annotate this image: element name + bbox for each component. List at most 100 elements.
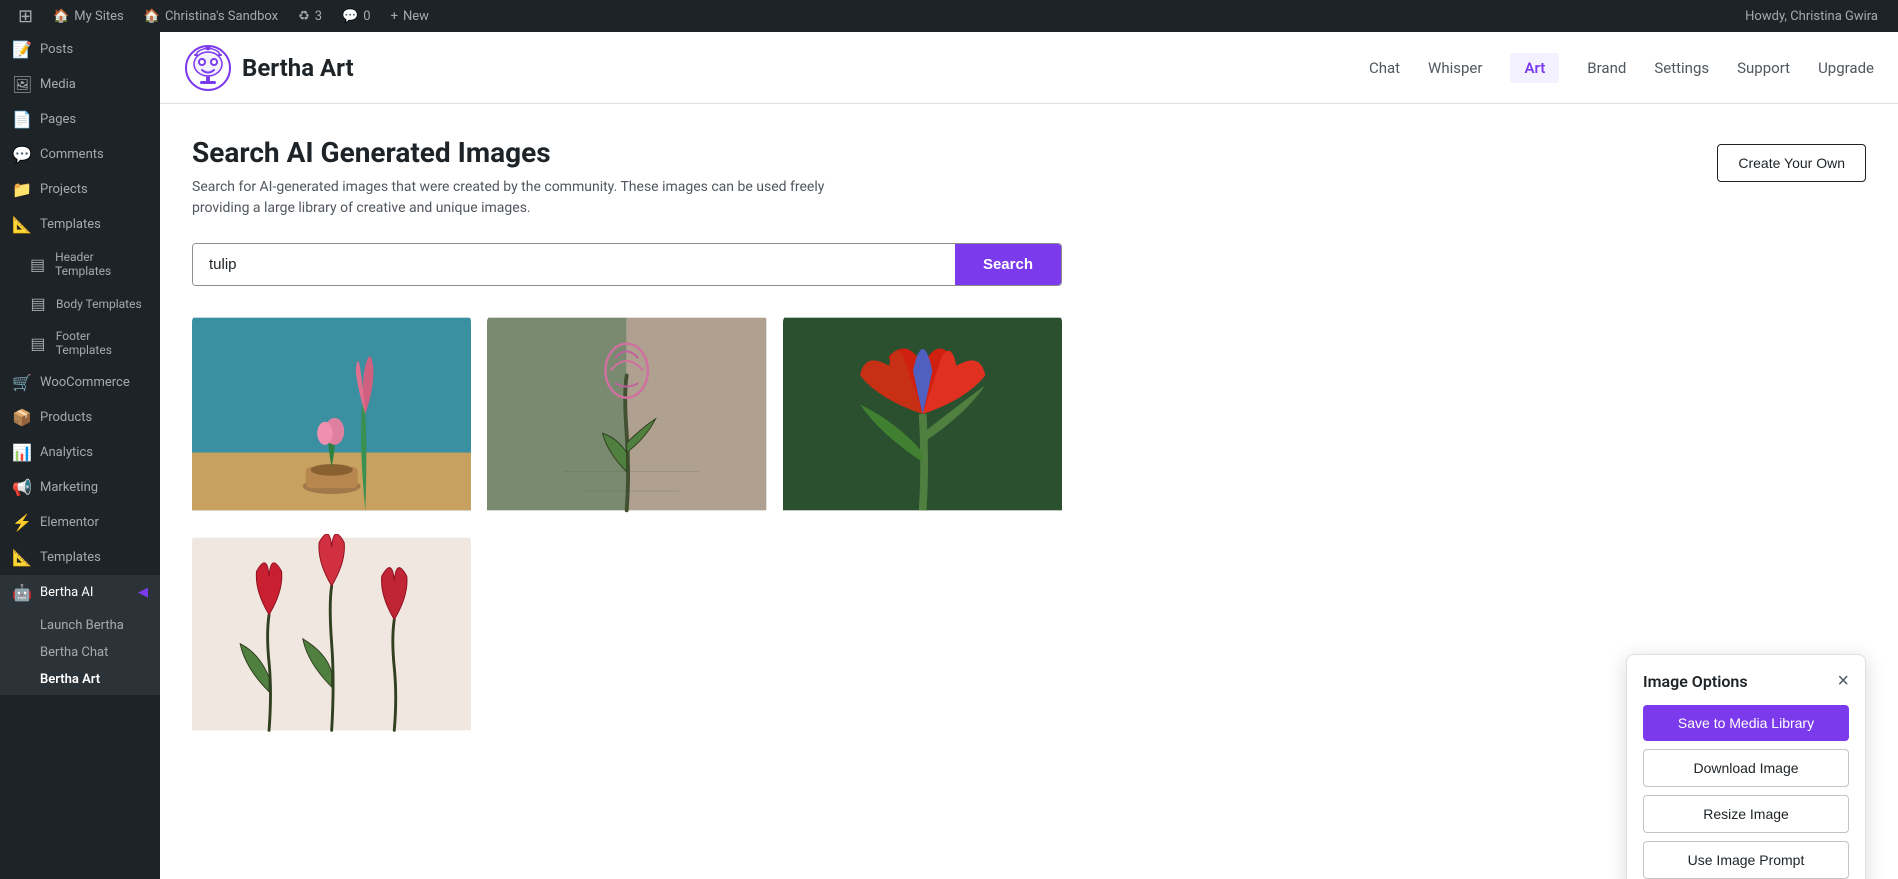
- nav-art[interactable]: Art: [1510, 53, 1559, 83]
- image-card-1[interactable]: [192, 314, 471, 518]
- sidebar-header-templates-label: Header Templates: [55, 250, 148, 278]
- nav-upgrade[interactable]: Upgrade: [1818, 55, 1874, 81]
- my-sites-item[interactable]: 🏠 My Sites: [43, 0, 134, 32]
- sidebar-item-projects[interactable]: 📁 Projects: [0, 172, 160, 207]
- plugin-logo-text: Bertha Art: [242, 54, 354, 82]
- comments-count: 0: [363, 9, 370, 24]
- download-image-button[interactable]: Download Image: [1643, 749, 1849, 787]
- tulip-image-4: [192, 534, 471, 734]
- sidebar-posts-label: Posts: [40, 42, 73, 57]
- sidebar-item-templates[interactable]: 📐 Templates: [0, 207, 160, 242]
- bertha-ai-icon: 🤖: [12, 583, 32, 602]
- sidebar-item-body-templates[interactable]: ▤ Body Templates: [0, 286, 160, 321]
- sidebar-item-launch-bertha[interactable]: Launch Bertha: [0, 612, 160, 639]
- search-input[interactable]: [193, 244, 955, 285]
- templates-icon: 📐: [12, 215, 32, 234]
- plugin-header: Bertha Art Chat Whisper Art Brand Settin…: [160, 32, 1898, 104]
- bertha-logo-icon: [184, 44, 232, 92]
- sidebar-bertha-ai-label: Bertha AI: [40, 585, 93, 600]
- site-name-label: Christina's Sandbox: [165, 9, 278, 24]
- sidebar-body-templates-label: Body Templates: [56, 297, 142, 311]
- new-label: New: [403, 9, 429, 24]
- page-title: Search AI Generated Images: [192, 136, 872, 169]
- nav-whisper[interactable]: Whisper: [1428, 55, 1482, 81]
- page-content: Search AI Generated Images Search for AI…: [160, 104, 1898, 879]
- image-card-3[interactable]: [783, 314, 1062, 518]
- sidebar-item-bertha-ai[interactable]: 🤖 Bertha AI ◀: [0, 575, 160, 610]
- sidebar-templates-label: Templates: [40, 217, 101, 232]
- sidebar-templates2-label: Templates: [40, 550, 101, 565]
- image-card-2[interactable]: [487, 314, 766, 518]
- sidebar-elementor-label: Elementor: [40, 515, 99, 530]
- sidebar-item-bertha-chat[interactable]: Bertha Chat: [0, 639, 160, 666]
- sidebar-marketing-label: Marketing: [40, 480, 98, 495]
- new-item[interactable]: + New: [381, 0, 439, 32]
- comments-item[interactable]: 💬 0: [332, 0, 381, 32]
- site-name-item[interactable]: 🏠 Christina's Sandbox: [134, 0, 288, 32]
- sidebar-pages-label: Pages: [40, 112, 76, 127]
- footer-templates-icon: ▤: [28, 334, 48, 353]
- sidebar-woocommerce-label: WooCommerce: [40, 375, 130, 390]
- admin-bar: ⊞ 🏠 My Sites 🏠 Christina's Sandbox ♻ 3 💬…: [0, 0, 1898, 32]
- create-own-button[interactable]: Create Your Own: [1717, 144, 1866, 182]
- sidebar-item-elementor[interactable]: ⚡ Elementor: [0, 505, 160, 540]
- popup-header: Image Options ×: [1643, 671, 1849, 691]
- nav-chat[interactable]: Chat: [1369, 55, 1400, 81]
- sidebar-products-label: Products: [40, 410, 92, 425]
- sidebar-item-posts[interactable]: 📝 Posts: [0, 32, 160, 67]
- nav-support[interactable]: Support: [1737, 55, 1790, 81]
- elementor-icon: ⚡: [12, 513, 32, 532]
- sidebar-item-woocommerce[interactable]: 🛒 WooCommerce: [0, 365, 160, 400]
- site-home-icon: 🏠: [144, 9, 160, 24]
- updates-item[interactable]: ♻ 3: [288, 0, 332, 32]
- sidebar-item-comments[interactable]: 💬 Comments: [0, 137, 160, 172]
- header-templates-icon: ▤: [28, 255, 47, 274]
- sidebar-comments-label: Comments: [40, 147, 104, 162]
- home-icon: 🏠: [53, 9, 69, 24]
- sidebar-item-templates2[interactable]: 📐 Templates: [0, 540, 160, 575]
- save-to-media-button[interactable]: Save to Media Library: [1643, 705, 1849, 741]
- sidebar-item-header-templates[interactable]: ▤ Header Templates: [0, 242, 160, 286]
- resize-image-button[interactable]: Resize Image: [1643, 795, 1849, 833]
- image-card-4[interactable]: [192, 534, 471, 738]
- body-templates-icon: ▤: [28, 294, 48, 313]
- nav-brand[interactable]: Brand: [1587, 55, 1626, 81]
- main-layout: 📝 Posts 🖼 Media 📄 Pages 💬 Comments 📁 Pro…: [0, 32, 1898, 879]
- bertha-ai-submenu: Launch Bertha Bertha Chat Bertha Art: [0, 610, 160, 695]
- sidebar-item-products[interactable]: 📦 Products: [0, 400, 160, 435]
- use-image-prompt-button[interactable]: Use Image Prompt: [1643, 841, 1849, 879]
- new-icon: +: [391, 9, 398, 24]
- updates-count: 3: [315, 9, 322, 24]
- comments-sidebar-icon: 💬: [12, 145, 32, 164]
- search-button[interactable]: Search: [955, 244, 1061, 285]
- nav-settings[interactable]: Settings: [1654, 55, 1709, 81]
- user-greeting: Howdy, Christina Gwira: [1733, 9, 1890, 24]
- sidebar-analytics-label: Analytics: [40, 445, 93, 460]
- updates-icon: ♻: [298, 9, 310, 24]
- sidebar-item-bertha-art[interactable]: Bertha Art: [0, 666, 160, 693]
- title-block: Search AI Generated Images Search for AI…: [192, 136, 872, 219]
- pages-icon: 📄: [12, 110, 32, 129]
- content-area: Bertha Art Chat Whisper Art Brand Settin…: [160, 32, 1898, 879]
- popup-title: Image Options: [1643, 672, 1748, 691]
- tulip-image-1: [192, 314, 471, 514]
- top-row: Search AI Generated Images Search for AI…: [192, 136, 1866, 219]
- popup-close-button[interactable]: ×: [1837, 671, 1849, 691]
- my-sites-label: My Sites: [74, 9, 123, 24]
- sidebar-footer-templates-label: Footer Templates: [56, 329, 148, 357]
- bertha-art-label: Bertha Art: [40, 672, 100, 687]
- sidebar: 📝 Posts 🖼 Media 📄 Pages 💬 Comments 📁 Pro…: [0, 32, 160, 879]
- comments-icon: 💬: [342, 9, 358, 24]
- wp-logo-item[interactable]: ⊞: [8, 0, 43, 32]
- sidebar-item-footer-templates[interactable]: ▤ Footer Templates: [0, 321, 160, 365]
- plugin-nav: Chat Whisper Art Brand Settings Support …: [1369, 53, 1874, 83]
- sidebar-media-label: Media: [40, 77, 76, 92]
- launch-bertha-label: Launch Bertha: [40, 618, 124, 633]
- sidebar-item-media[interactable]: 🖼 Media: [0, 67, 160, 102]
- image-section: Image Options × Save to Media Library Do…: [192, 314, 1866, 738]
- image-grid: [192, 314, 1062, 738]
- sidebar-item-marketing[interactable]: 📢 Marketing: [0, 470, 160, 505]
- sidebar-item-analytics[interactable]: 📊 Analytics: [0, 435, 160, 470]
- sidebar-item-pages[interactable]: 📄 Pages: [0, 102, 160, 137]
- sidebar-projects-label: Projects: [40, 182, 88, 197]
